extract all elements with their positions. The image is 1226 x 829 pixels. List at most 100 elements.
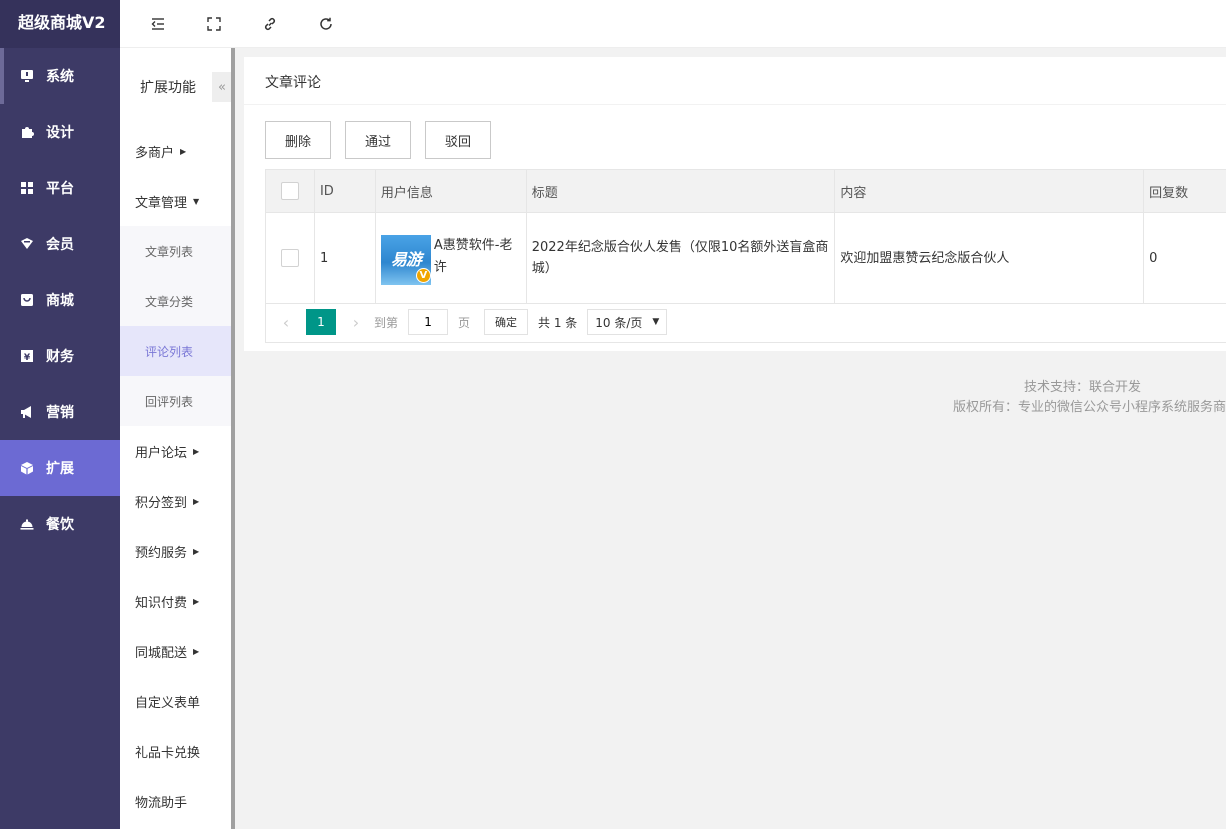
collapse-sidebar-button[interactable]: « [212,72,232,102]
nav-label: 平台 [46,181,74,197]
secondary-sidebar: 扩展功能 « 多商户 ▶ 文章管理 ▼ 文章列表 文章分类 评论列表 回评列表 … [120,48,232,829]
dropdown-caret-icon: ▼ [652,317,660,327]
sidebar-item-label: 同城配送 [135,645,188,661]
goto-confirm-button[interactable]: 确定 [484,309,529,335]
link-icon[interactable] [260,14,280,34]
svg-text:¥: ¥ [24,353,31,363]
sidebar-item-delivery[interactable]: 同城配送 ▶ [120,626,231,676]
sidebar-item-logistics[interactable]: 物流助手 [120,776,231,826]
row-title: 2022年纪念版合伙人发售（仅限10名额外送盲盒商城） [531,240,829,276]
nav-item-system[interactable]: 系统 [0,48,120,104]
total-count: 共 1 条 [538,315,578,330]
nav-label: 财务 [46,349,74,365]
caret-right-icon: ▶ [193,546,200,556]
sidebar-item-label: 知识付费 [135,595,188,611]
sidebar-item-gift-card[interactable]: 礼品卡兑换 [120,726,231,776]
row-replies: 0 [1149,250,1158,266]
heart-icon [20,237,34,251]
row-checkbox[interactable] [280,249,299,267]
sidebar-divider [231,48,235,829]
caret-down-icon: ▼ [193,196,200,206]
sidebar-item-article-category[interactable]: 文章分类 [120,276,231,326]
sidebar-item-label: 自定义表单 [135,695,201,711]
caret-right-icon: ▶ [193,496,200,506]
comments-table: ID 用户信息 标题 内容 回复数 1 易游 V A惠赞软件-老许 2022年纪… [265,169,1226,304]
sidebar-item-custom-form[interactable]: 自定义表单 [120,676,231,726]
row-user-cell: 易游 V A惠赞软件-老许 [376,213,527,303]
verified-badge-icon: V [415,268,431,283]
caret-right-icon: ▶ [193,446,200,456]
goto-label: 到第 [374,315,399,330]
table-row[interactable]: 1 易游 V A惠赞软件-老许 2022年纪念版合伙人发售（仅限10名额外送盲盒… [266,212,1226,303]
sidebar-item-label: 物流助手 [135,795,188,811]
row-title-cell: 2022年纪念版合伙人发售（仅限10名额外送盲盒商城） [527,213,836,303]
yen-icon: ¥ [20,349,34,363]
sidebar-item-booking[interactable]: 预约服务 ▶ [120,526,231,576]
nav-label: 商城 [46,293,74,309]
sidebar-item-reply-list[interactable]: 回评列表 [120,376,231,426]
nav-label: 设计 [46,125,74,141]
dish-icon [20,517,34,531]
sidebar-item-article-list[interactable]: 文章列表 [120,226,231,276]
sidebar-item-label: 用户论坛 [135,445,188,461]
avatar: 易游 V [380,235,431,285]
user-name: A惠赞软件-老许 [433,238,513,275]
sidebar-item-comment-list[interactable]: 评论列表 [120,326,231,376]
sidebar-item-article-management[interactable]: 文章管理 ▼ [120,176,231,226]
footer-support: 技术支持：联合开发 [1023,380,1141,395]
nav-item-extension[interactable]: 扩展 [0,440,120,496]
sidebar-item-forum[interactable]: 用户论坛 ▶ [120,426,231,476]
nav-label: 会员 [46,237,74,253]
footer-copyright: 版权所有：专业的微信公众号小程序系统服务商 [952,400,1226,415]
prev-page-icon[interactable]: ‹ [276,313,296,332]
refresh-icon[interactable] [316,14,336,34]
reject-button[interactable]: 驳回 [425,121,491,159]
sidebar-item-knowledge[interactable]: 知识付费 ▶ [120,576,231,626]
select-all-checkbox[interactable] [280,182,299,200]
nav-label: 扩展 [46,461,74,477]
header-checkbox-cell [266,170,315,212]
nav-item-design[interactable]: 设计 [0,104,120,160]
header-replies: 回复数 [1149,185,1189,201]
grid-icon [20,181,34,195]
table-header-row: ID 用户信息 标题 内容 回复数 [266,170,1226,212]
nav-item-catering[interactable]: 餐饮 [0,496,120,552]
header-content: 内容 [835,170,1145,212]
nav-item-member[interactable]: 会员 [0,216,120,272]
cube-icon [20,461,34,475]
nav-item-finance[interactable]: ¥ 财务 [0,328,120,384]
sidebar-item-points-signin[interactable]: 积分签到 ▶ [120,476,231,526]
header-id[interactable]: ID [315,170,376,212]
comments-card: 文章评论 删除 通过 驳回 ID 用户信息 标题 内容 回复数 1 易游 V A… [244,57,1226,351]
goto-page-input[interactable] [408,309,449,335]
row-id: 1 [315,213,376,303]
current-page[interactable]: 1 [306,309,336,335]
nav-item-mall[interactable]: 商城 [0,272,120,328]
page-size-value: 10 条/页 [595,315,643,330]
sidebar-item-label: 多商户 [135,145,175,161]
nav-item-platform[interactable]: 平台 [0,160,120,216]
delete-button[interactable]: 删除 [265,121,331,159]
caret-right-icon: ▶ [180,146,187,156]
top-header [120,0,1226,48]
page-size-select[interactable]: 10 条/页 ▼ [587,309,668,335]
avatar-text: 易游 [390,250,422,269]
user-info: 易游 V A惠赞软件-老许 [380,231,521,285]
monitor-icon [20,69,34,83]
nav-label: 餐饮 [46,517,74,533]
header-user: 用户信息 [376,170,527,212]
bag-icon [20,293,34,307]
sidebar-item-label: 文章管理 [135,195,188,211]
row-checkbox-cell [266,213,315,303]
puzzle-icon [20,125,34,139]
sidebar-item-merchant[interactable]: 多商户 ▶ [120,126,231,176]
nav-label: 营销 [46,405,74,421]
nav-item-marketing[interactable]: 营销 [0,384,120,440]
menu-toggle-icon[interactable] [148,14,168,34]
next-page-icon[interactable]: › [346,313,366,332]
brand-title: 超级商城V2 [0,0,120,48]
approve-button[interactable]: 通过 [345,121,411,159]
main-sidebar: 超级商城V2 系统 设计 平台 会员 商城 ¥ 财务 营销 扩展 餐饮 [0,0,120,829]
fullscreen-icon[interactable] [204,14,224,34]
header-title: 标题 [527,170,836,212]
